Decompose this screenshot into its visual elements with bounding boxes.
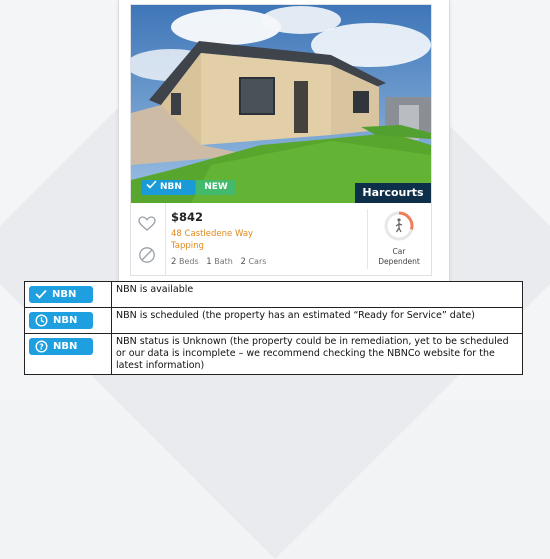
legend-text: NBN is available [111, 281, 523, 308]
listing-card[interactable]: NBN NEW Harcourts $842 48 Castledene Way… [130, 4, 432, 276]
check-icon [146, 180, 160, 195]
legend-icon-cell: ? NBN [24, 333, 112, 375]
svg-text:?: ? [39, 342, 44, 351]
card-actions [131, 203, 166, 275]
listing-suburb[interactable]: Tapping [171, 241, 204, 251]
legend-row: ? NBN NBN status is Unknown (the property… [24, 333, 523, 375]
legend-row: NBN NBN is scheduled (the property has a… [24, 307, 523, 334]
new-badge: NEW [196, 180, 236, 195]
nbn-legend-table: NBN NBN is available NBN NBN is schedule… [24, 281, 523, 375]
nbn-badge: NBN [141, 180, 195, 195]
legend-text: NBN status is Unknown (the property coul… [111, 333, 523, 375]
listing-address[interactable]: 48 Castledene Way [171, 229, 253, 239]
listing-features: 2 Beds 1 Bath 2 Cars [171, 257, 266, 267]
clock-icon [35, 313, 48, 327]
transport-label: Car [392, 247, 406, 256]
bath-count: 1 [206, 257, 212, 267]
bath-label: Bath [214, 257, 233, 266]
pill-label: NBN [52, 289, 77, 300]
heart-icon[interactable] [138, 215, 156, 233]
nbn-unknown-pill: ? NBN [29, 338, 93, 355]
pill-label: NBN [53, 315, 78, 326]
cars-count: 2 [240, 257, 246, 267]
legend-text: NBN is scheduled (the property has an es… [111, 307, 523, 334]
legend-icon-cell: NBN [24, 307, 112, 334]
legend-row: NBN NBN is available [24, 281, 523, 308]
listing-price: $842 [171, 210, 204, 224]
block-icon[interactable] [138, 246, 156, 264]
pill-label: NBN [53, 341, 78, 352]
check-icon [35, 289, 47, 299]
nbn-scheduled-pill: NBN [29, 312, 93, 329]
nbn-badge-label: NBN [160, 182, 182, 192]
nbn-available-pill: NBN [29, 286, 93, 303]
beds-count: 2 [171, 257, 177, 267]
walk-score-gauge-icon [383, 210, 415, 242]
transport-sublabel: Dependent [378, 257, 420, 266]
pedestrian-icon [395, 218, 403, 233]
beds-label: Beds [178, 257, 199, 266]
property-photo[interactable] [131, 5, 431, 203]
cars-label: Cars [248, 257, 267, 266]
question-icon: ? [35, 339, 48, 353]
legend-icon-cell: NBN [24, 281, 112, 308]
agency-logo: Harcourts [355, 183, 431, 203]
